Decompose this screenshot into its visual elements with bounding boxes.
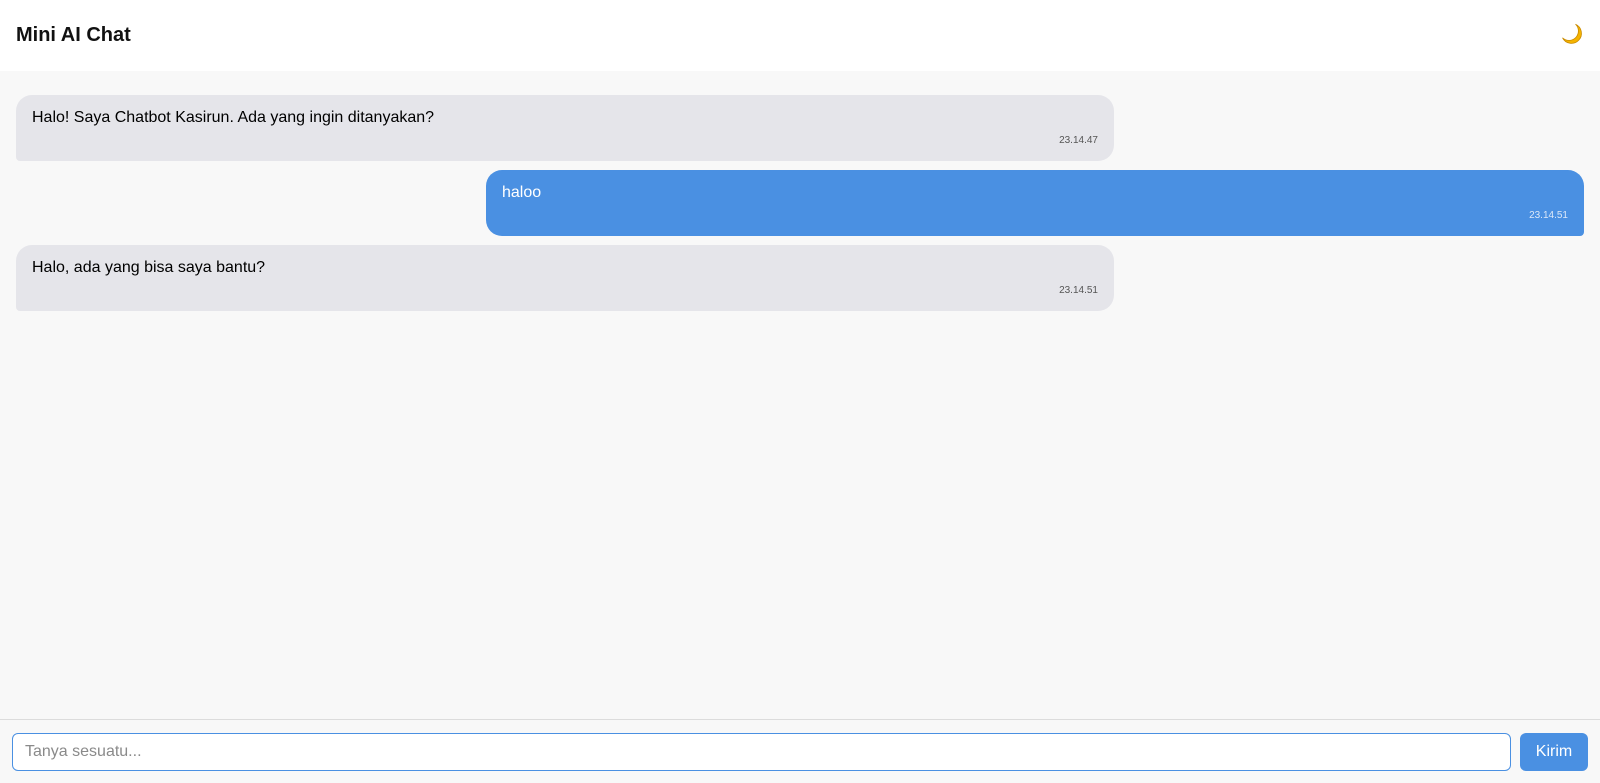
send-button[interactable]: Kirim <box>1520 732 1588 771</box>
user-message: haloo 23.14.51 <box>486 170 1584 236</box>
bot-message: Halo! Saya Chatbot Kasirun. Ada yang ing… <box>16 95 1114 161</box>
message-input[interactable] <box>12 732 1511 771</box>
app-header: Mini AI Chat <box>0 0 1600 71</box>
message-list: Halo! Saya Chatbot Kasirun. Ada yang ing… <box>0 71 1600 719</box>
chat-app: Mini AI Chat Halo! Saya Chatbot Kasirun.… <box>0 0 1600 783</box>
message-timestamp: 23.14.51 <box>1529 210 1568 221</box>
app-title: Mini AI Chat <box>16 24 131 46</box>
message-timestamp: 23.14.47 <box>1059 135 1098 146</box>
message-text: haloo <box>502 184 542 201</box>
message-text: Halo! Saya Chatbot Kasirun. Ada yang ing… <box>32 109 435 126</box>
theme-toggle-button[interactable] <box>1556 20 1588 52</box>
composer: Kirim <box>0 719 1600 783</box>
message-timestamp: 23.14.51 <box>1059 285 1098 296</box>
message-text: Halo, ada yang bisa saya bantu? <box>32 259 266 276</box>
bot-message: Halo, ada yang bisa saya bantu? 23.14.51 <box>16 245 1114 311</box>
moon-icon <box>1559 21 1585 50</box>
